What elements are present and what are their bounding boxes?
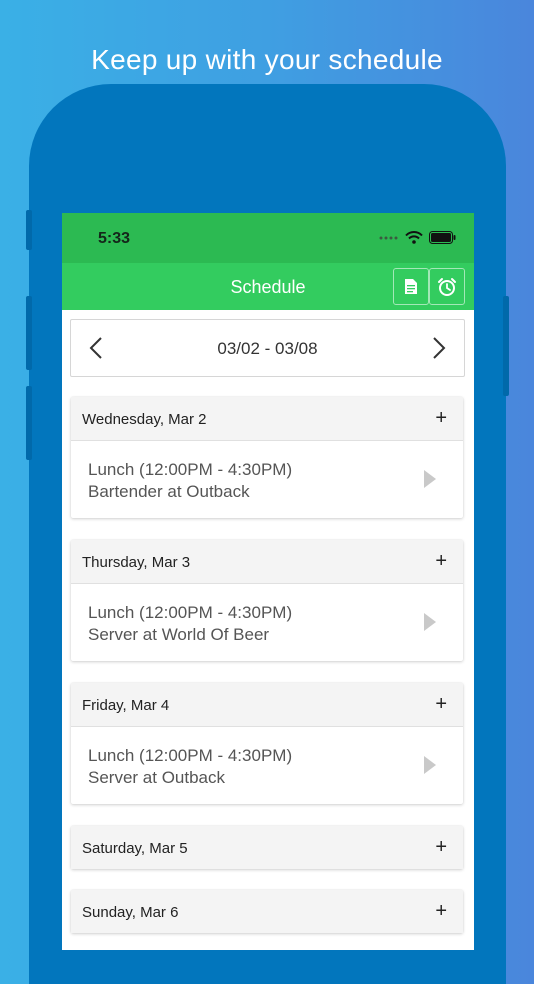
document-icon xyxy=(405,279,417,294)
phone-volume-up xyxy=(26,296,32,370)
play-triangle-icon[interactable] xyxy=(423,755,437,775)
shift-time: Lunch (12:00PM - 4:30PM) xyxy=(88,603,293,622)
day-header: Thursday, Mar 3 + xyxy=(71,540,463,584)
day-header: Sunday, Mar 6 + xyxy=(71,890,463,933)
day-card: Wednesday, Mar 2 + Lunch (12:00PM - 4:30… xyxy=(71,397,463,518)
shift-role: Server at World Of Beer xyxy=(88,625,270,644)
signal-dots-icon xyxy=(379,236,398,239)
day-header: Saturday, Mar 5 + xyxy=(71,826,463,869)
promo-headline: Keep up with your schedule xyxy=(91,44,443,75)
phone-side-button xyxy=(26,210,32,250)
day-card: Thursday, Mar 3 + Lunch (12:00PM - 4:30P… xyxy=(71,540,463,661)
day-card: Friday, Mar 4 + Lunch (12:00PM - 4:30PM)… xyxy=(71,683,463,804)
nav-bar: Schedule xyxy=(62,263,474,310)
next-week-button[interactable] xyxy=(432,336,446,365)
day-label: Thursday, Mar 3 xyxy=(82,554,191,571)
day-card: Sunday, Mar 6 + xyxy=(71,890,463,933)
shift-time: Lunch (12:00PM - 4:30PM) xyxy=(88,460,293,479)
day-label: Saturday, Mar 5 xyxy=(82,840,188,857)
battery-icon xyxy=(429,231,456,244)
add-shift-button[interactable]: + xyxy=(435,407,447,430)
add-shift-button[interactable]: + xyxy=(435,550,447,573)
shift-item[interactable]: Lunch (12:00PM - 4:30PM) Server at Outba… xyxy=(71,727,463,804)
day-label: Wednesday, Mar 2 xyxy=(82,411,207,428)
day-header: Friday, Mar 4 + xyxy=(71,683,463,727)
week-selector: 03/02 - 03/08 xyxy=(70,319,465,377)
alarm-button[interactable] xyxy=(429,268,465,305)
add-shift-button[interactable]: + xyxy=(435,693,447,716)
day-label: Friday, Mar 4 xyxy=(82,697,170,714)
day-card: Saturday, Mar 5 + xyxy=(71,826,463,869)
shift-role: Server at Outback xyxy=(88,768,226,787)
wifi-icon xyxy=(405,231,423,244)
play-triangle-icon[interactable] xyxy=(423,612,437,632)
document-button[interactable] xyxy=(393,268,429,305)
shift-role: Bartender at Outback xyxy=(88,482,250,501)
alarm-clock-icon xyxy=(438,277,456,296)
status-bar: 5:33 xyxy=(62,213,474,263)
app-screen: 5:33 Schedule 03/02 - 03/08 Wednesday, M… xyxy=(62,213,474,950)
add-shift-button[interactable]: + xyxy=(435,900,447,923)
shift-time: Lunch (12:00PM - 4:30PM) xyxy=(88,746,293,765)
status-time: 5:33 xyxy=(98,230,131,247)
add-shift-button[interactable]: + xyxy=(435,836,447,859)
day-label: Sunday, Mar 6 xyxy=(82,904,179,921)
phone-power-button xyxy=(503,296,509,396)
phone-volume-down xyxy=(26,386,32,460)
chevron-right-icon xyxy=(433,337,446,359)
shift-item[interactable]: Lunch (12:00PM - 4:30PM) Bartender at Ou… xyxy=(71,441,463,518)
week-range: 03/02 - 03/08 xyxy=(217,339,318,358)
play-triangle-icon[interactable] xyxy=(423,469,437,489)
day-header: Wednesday, Mar 2 + xyxy=(71,397,463,441)
schedule-content: 03/02 - 03/08 Wednesday, Mar 2 + Lunch (… xyxy=(62,310,474,950)
shift-item[interactable]: Lunch (12:00PM - 4:30PM) Server at World… xyxy=(71,584,463,661)
status-icons xyxy=(379,231,456,244)
